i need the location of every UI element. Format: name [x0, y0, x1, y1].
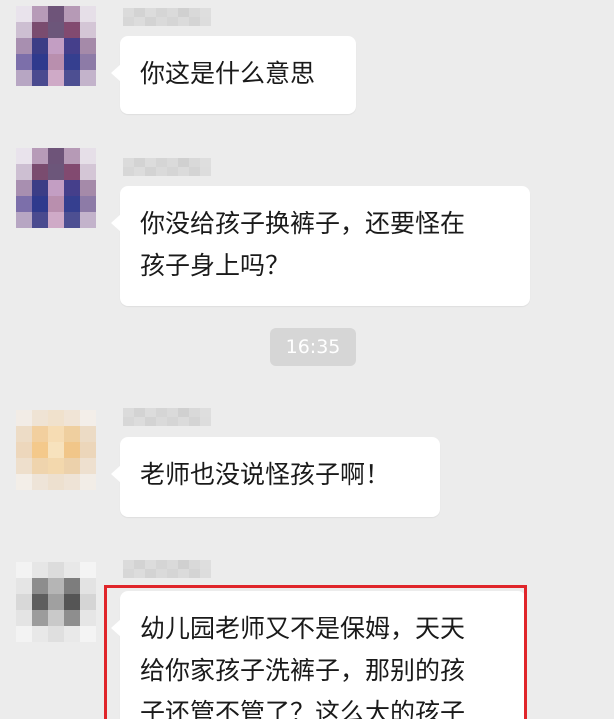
- message-bubble[interactable]: 你这是什么意思: [111, 36, 356, 114]
- chat-window[interactable]: 你这是什么意思 你没给孩子换裤子，还要怪在 孩子身上吗？ 16:35 老师也没说…: [0, 0, 614, 719]
- message-bubble[interactable]: 你没给孩子换裤子，还要怪在 孩子身上吗？: [111, 186, 530, 306]
- timestamp-pill: 16:35: [270, 328, 356, 366]
- nickname-blur: [123, 560, 211, 578]
- nickname-blur: [123, 8, 211, 26]
- avatar-contact-c[interactable]: [16, 562, 96, 642]
- nickname-blur: [123, 408, 211, 426]
- avatar-contact-a[interactable]: [16, 148, 96, 228]
- avatar-contact-a[interactable]: [16, 6, 96, 86]
- message-bubble[interactable]: 老师也没说怪孩子啊！: [111, 437, 440, 517]
- message-bubble[interactable]: 幼儿园老师又不是保姆，天天 给你家孩子洗裤子，那别的孩 子还管不管了？这么大的孩…: [111, 591, 526, 719]
- nickname-blur: [123, 158, 211, 176]
- avatar-contact-b[interactable]: [16, 410, 96, 490]
